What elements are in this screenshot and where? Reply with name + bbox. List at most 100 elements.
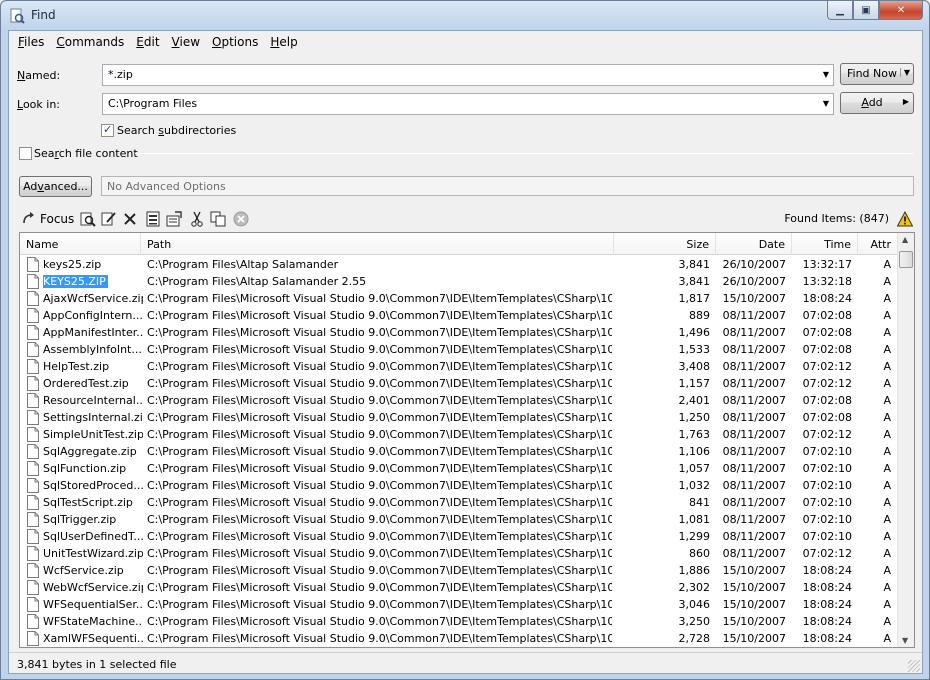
file-icon: [27, 393, 39, 408]
file-icon: [27, 257, 39, 272]
column-header-time[interactable]: Time: [792, 233, 858, 255]
cell-attr: A: [883, 564, 891, 577]
menu-edit[interactable]: Edit: [131, 31, 166, 53]
delete-icon[interactable]: [122, 211, 138, 227]
file-icon: [27, 495, 39, 510]
cell-size: 1,763: [678, 428, 711, 441]
refresh-focus-icon[interactable]: [21, 211, 37, 227]
column-header-attr[interactable]: Attr: [858, 233, 897, 255]
table-row[interactable]: SqlTestScript.zip C:\Program Files\Micros…: [20, 494, 897, 511]
cell-time: 18:08:24: [802, 598, 852, 611]
scroll-thumb[interactable]: [899, 251, 913, 268]
table-row[interactable]: ResourceInternal... C:\Program Files\Micr…: [20, 392, 897, 409]
copy-icon[interactable]: [210, 211, 226, 227]
cell-name: ResourceInternal...: [43, 394, 143, 407]
column-header-date[interactable]: Date: [716, 233, 792, 255]
minimize-button[interactable]: ▁: [827, 1, 853, 20]
cell-time: 18:08:24: [802, 632, 852, 645]
table-row[interactable]: WcfService.zip C:\Program Files\Microsoft…: [20, 562, 897, 579]
cell-attr: A: [883, 632, 891, 645]
cell-path: C:\Program Files\Microsoft Visual Studio…: [147, 581, 612, 594]
cell-name: SqlTestScript.zip: [43, 496, 133, 509]
named-combo[interactable]: *.zip ▼: [102, 64, 834, 86]
cell-size: 3,046: [678, 598, 711, 611]
file-icon: [27, 631, 39, 646]
table-row[interactable]: AppConfigIntern... C:\Program Files\Micro…: [20, 307, 897, 324]
table-row[interactable]: AssemblyInfoInt... C:\Program Files\Micro…: [20, 341, 897, 358]
menu-view-accel: V: [171, 35, 180, 49]
find-now-button[interactable]: Find Now ▼: [840, 63, 914, 85]
title-bar[interactable]: Find ▁ ▣ ✕: [1, 1, 929, 30]
menu-view[interactable]: View: [167, 31, 207, 53]
search-file-content-checkbox[interactable]: [19, 147, 32, 160]
cell-path: C:\Program Files\Microsoft Visual Studio…: [147, 445, 612, 458]
focus-button[interactable]: Focus: [40, 212, 74, 226]
find-now-dropdown-icon[interactable]: ▼: [899, 68, 910, 77]
dropdown-arrow-icon[interactable]: ▼: [823, 70, 829, 79]
menu-help[interactable]: Help: [265, 31, 304, 53]
table-row[interactable]: keys25.zip C:\Program Files\Altap Salaman…: [20, 256, 897, 273]
maximize-button[interactable]: ▣: [853, 1, 879, 20]
scroll-down-icon[interactable]: ▼: [902, 636, 908, 645]
cell-time: 07:02:10: [802, 513, 852, 526]
cell-name: WcfService.zip: [43, 564, 124, 577]
add-arrow-icon: ▶: [902, 97, 909, 106]
cell-size: 1,081: [678, 513, 711, 526]
dropdown-arrow-icon[interactable]: ▼: [823, 99, 829, 108]
stop-icon[interactable]: [233, 211, 249, 227]
table-row[interactable]: HelpTest.zip C:\Program Files\Microsoft V…: [20, 358, 897, 375]
resize-grip[interactable]: [908, 660, 920, 672]
table-row[interactable]: SqlAggregate.zip C:\Program Files\Microso…: [20, 443, 897, 460]
edit-icon[interactable]: [101, 211, 117, 227]
table-row[interactable]: KEYS25.ZIP C:\Program Files\Altap Salaman…: [20, 273, 897, 290]
table-row[interactable]: WebWcfService.zip C:\Program Files\Micros…: [20, 579, 897, 596]
column-header-size[interactable]: Size: [614, 233, 716, 255]
cell-time: 07:02:10: [802, 479, 852, 492]
table-row[interactable]: SettingsInternal.zip C:\Program Files\Mic…: [20, 409, 897, 426]
table-row[interactable]: SqlTrigger.zip C:\Program Files\Microsoft…: [20, 511, 897, 528]
search-subdirectories-checkbox[interactable]: [101, 123, 114, 137]
table-row[interactable]: UnitTestWizard.zip C:\Program Files\Micro…: [20, 545, 897, 562]
cell-path: C:\Program Files\Microsoft Visual Studio…: [147, 615, 612, 628]
view-icon[interactable]: [80, 211, 96, 227]
table-row[interactable]: WFSequentialSer... C:\Program Files\Micro…: [20, 596, 897, 613]
menu-options[interactable]: Options: [207, 31, 265, 53]
properties-icon[interactable]: [145, 211, 161, 227]
close-button[interactable]: ✕: [879, 1, 923, 20]
table-row[interactable]: SimpleUnitTest.zip C:\Program Files\Micro…: [20, 426, 897, 443]
table-row[interactable]: XamlWFSequenti... C:\Program Files\Micros…: [20, 630, 897, 647]
search-subdirectories-label[interactable]: Search subdirectories: [117, 124, 236, 137]
table-row[interactable]: SqlStoredProced... C:\Program Files\Micro…: [20, 477, 897, 494]
cell-attr: A: [883, 394, 891, 407]
cell-size: 2,728: [678, 632, 711, 645]
table-row[interactable]: AjaxWcfService.zip C:\Program Files\Micro…: [20, 290, 897, 307]
warning-icon[interactable]: [897, 211, 913, 227]
file-icon: [27, 614, 39, 629]
close-icon: ✕: [896, 4, 906, 16]
menu-files[interactable]: Files: [13, 31, 51, 53]
advanced-button[interactable]: Advanced...: [19, 176, 92, 197]
lookin-combo[interactable]: C:\Program Files ▼: [102, 93, 834, 115]
table-row[interactable]: WFStateMachine... C:\Program Files\Micros…: [20, 613, 897, 630]
cut-icon[interactable]: [189, 211, 205, 227]
cell-name: KEYS25.ZIP: [43, 275, 108, 288]
table-row[interactable]: SqlUserDefinedT... C:\Program Files\Micro…: [20, 528, 897, 545]
table-row[interactable]: AppManifestInter... C:\Program Files\Micr…: [20, 324, 897, 341]
table-row[interactable]: SqlFunction.zip C:\Program Files\Microsof…: [20, 460, 897, 477]
vertical-scrollbar[interactable]: ▲ ▼: [897, 233, 914, 647]
scroll-up-icon[interactable]: ▲: [902, 235, 908, 244]
menu-view-label: iew: [179, 35, 201, 49]
table-row[interactable]: OrderedTest.zip C:\Program Files\Microsof…: [20, 375, 897, 392]
file-icon: [27, 529, 39, 544]
results-list[interactable]: Name Path Size Date Time Attr keys25.zip…: [19, 232, 915, 648]
file-properties-icon[interactable]: [166, 211, 182, 227]
cell-attr: A: [883, 377, 891, 390]
cell-name: keys25.zip: [43, 258, 102, 271]
cell-size: 3,250: [678, 615, 711, 628]
menu-commands[interactable]: Commands: [51, 31, 131, 53]
cell-path: C:\Program Files\Microsoft Visual Studio…: [147, 377, 612, 390]
column-header-name[interactable]: Name: [20, 233, 141, 255]
add-button[interactable]: Add ▶: [840, 92, 914, 114]
column-header-path[interactable]: Path: [141, 233, 614, 255]
search-file-content-label[interactable]: Search file content: [34, 147, 138, 160]
